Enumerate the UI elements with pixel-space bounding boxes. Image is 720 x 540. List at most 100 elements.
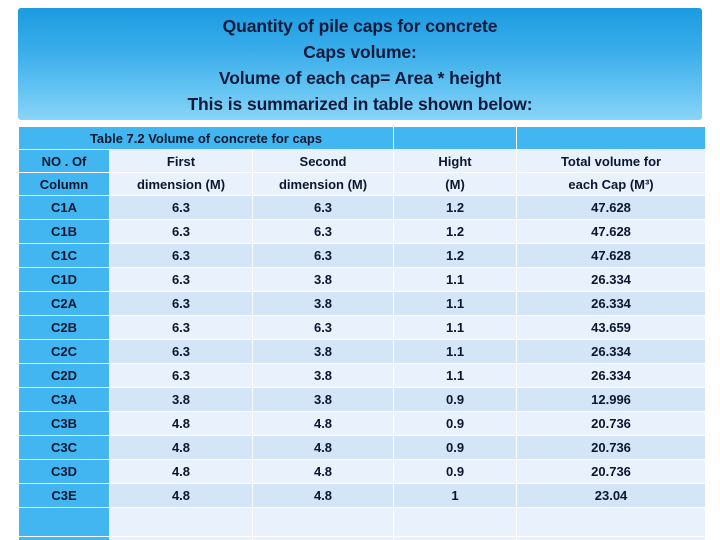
row-volume: 43.659 bbox=[517, 316, 706, 339]
row-height: 0.9 bbox=[394, 460, 517, 483]
row-height: 1.1 bbox=[394, 292, 517, 315]
row-label: C1C bbox=[19, 244, 109, 267]
row-volume: 47.628 bbox=[517, 244, 706, 267]
row-second: 3.8 bbox=[253, 268, 394, 291]
table-row: C3A 3.8 3.8 0.9 12.996 bbox=[19, 388, 706, 411]
header-col5-line1: Total volume for bbox=[517, 150, 706, 172]
row-second: 6.3 bbox=[253, 220, 394, 243]
row-height: 1.1 bbox=[394, 364, 517, 387]
table-row: C1C 6.3 6.3 1.2 47.628 bbox=[19, 244, 706, 267]
row-height: 1.2 bbox=[394, 244, 517, 267]
banner-line-3: Volume of each cap= Area * height bbox=[218, 68, 502, 88]
row-second: 4.8 bbox=[253, 484, 394, 507]
row-label: C1D bbox=[19, 268, 109, 291]
row-volume: 26.334 bbox=[517, 268, 706, 291]
row-label: C3C bbox=[19, 436, 109, 459]
table-row: C1A 6.3 6.3 1.2 47.628 bbox=[19, 196, 706, 219]
row-volume: 20.736 bbox=[517, 460, 706, 483]
row-second: 4.8 bbox=[253, 412, 394, 435]
row-volume: 20.736 bbox=[517, 412, 706, 435]
spacer-cell-2 bbox=[110, 508, 252, 536]
table-row: C2D 6.3 3.8 1.1 26.334 bbox=[19, 364, 706, 387]
table-row: C1D 6.3 3.8 1.1 26.334 bbox=[19, 268, 706, 291]
table-caption-row: Table 7.2 Volume of concrete for caps bbox=[19, 127, 706, 149]
row-label: C1A bbox=[19, 196, 109, 219]
table-row: C1B 6.3 6.3 1.2 47.628 bbox=[19, 220, 706, 243]
row-height: 1.1 bbox=[394, 268, 517, 291]
row-height: 0.9 bbox=[394, 388, 517, 411]
table-header-row-1: NO . Of First Second Hight Total volume … bbox=[19, 150, 706, 172]
table-row: C3D 4.8 4.8 0.9 20.736 bbox=[19, 460, 706, 483]
row-label: C2D bbox=[19, 364, 109, 387]
row-first: 6.3 bbox=[110, 268, 252, 291]
row-second: 3.8 bbox=[253, 340, 394, 363]
table-row: C2A 6.3 3.8 1.1 26.334 bbox=[19, 292, 706, 315]
row-first: 6.3 bbox=[110, 220, 252, 243]
header-col1-line1: NO . Of bbox=[19, 150, 109, 172]
title-banner: Quantity of pile caps for concrete Caps … bbox=[18, 8, 702, 120]
slide-canvas: Quantity of pile caps for concrete Caps … bbox=[0, 0, 720, 540]
row-label: C3E bbox=[19, 484, 109, 507]
row-second: 4.8 bbox=[253, 436, 394, 459]
row-height: 1.1 bbox=[394, 340, 517, 363]
row-label: C2B bbox=[19, 316, 109, 339]
row-height: 1.1 bbox=[394, 316, 517, 339]
table-spacer-row bbox=[19, 508, 706, 536]
row-height: 0.9 bbox=[394, 412, 517, 435]
volume-of-concrete-table: Table 7.2 Volume of concrete for caps NO… bbox=[18, 126, 707, 540]
row-second: 3.8 bbox=[253, 292, 394, 315]
row-first: 3.8 bbox=[110, 388, 252, 411]
row-volume: 26.334 bbox=[517, 340, 706, 363]
header-col5-line2: each Cap (M³) bbox=[517, 173, 706, 195]
row-first: 6.3 bbox=[110, 340, 252, 363]
header-col1-line2: Column bbox=[19, 173, 109, 195]
header-col2-line2: dimension (M) bbox=[110, 173, 252, 195]
row-label: C2A bbox=[19, 292, 109, 315]
row-first: 6.3 bbox=[110, 244, 252, 267]
table-row: C3E 4.8 4.8 1 23.04 bbox=[19, 484, 706, 507]
header-col4-line1: Hight bbox=[394, 150, 517, 172]
table-body: Table 7.2 Volume of concrete for caps NO… bbox=[19, 127, 706, 540]
header-col4-line2: (M) bbox=[394, 173, 517, 195]
row-first: 4.8 bbox=[110, 412, 252, 435]
row-label: C1B bbox=[19, 220, 109, 243]
row-height: 0.9 bbox=[394, 436, 517, 459]
row-height: 1 bbox=[394, 484, 517, 507]
row-second: 4.8 bbox=[253, 460, 394, 483]
table-row: C2C 6.3 3.8 1.1 26.334 bbox=[19, 340, 706, 363]
row-volume: 12.996 bbox=[517, 388, 706, 411]
header-col3-line1: Second bbox=[253, 150, 394, 172]
spacer-cell-5 bbox=[517, 508, 706, 536]
banner-line-4: This is summarized in table shown below: bbox=[187, 94, 533, 114]
spacer-label-cell bbox=[19, 508, 109, 536]
row-height: 1.2 bbox=[394, 220, 517, 243]
row-second: 3.8 bbox=[253, 364, 394, 387]
row-first: 6.3 bbox=[110, 196, 252, 219]
row-first: 4.8 bbox=[110, 460, 252, 483]
row-label: C3B bbox=[19, 412, 109, 435]
banner-line-1: Quantity of pile caps for concrete bbox=[222, 16, 498, 36]
table-container: Table 7.2 Volume of concrete for caps NO… bbox=[18, 126, 707, 540]
row-label: C2C bbox=[19, 340, 109, 363]
row-volume: 26.334 bbox=[517, 292, 706, 315]
row-second: 3.8 bbox=[253, 388, 394, 411]
table-row: C2B 6.3 6.3 1.1 43.659 bbox=[19, 316, 706, 339]
caption-filler-1 bbox=[394, 127, 517, 149]
table-header-row-2: Column dimension (M) dimension (M) (M) e… bbox=[19, 173, 706, 195]
spacer-cell-3 bbox=[253, 508, 394, 536]
banner-line-2: Caps volume: bbox=[303, 42, 417, 62]
row-second: 6.3 bbox=[253, 196, 394, 219]
row-first: 6.3 bbox=[110, 292, 252, 315]
row-volume: 20.736 bbox=[517, 436, 706, 459]
row-first: 6.3 bbox=[110, 364, 252, 387]
row-second: 6.3 bbox=[253, 244, 394, 267]
caption-filler-2 bbox=[517, 127, 706, 149]
row-volume: 23.04 bbox=[517, 484, 706, 507]
table-row: C3C 4.8 4.8 0.9 20.736 bbox=[19, 436, 706, 459]
row-volume: 26.334 bbox=[517, 364, 706, 387]
header-col2-line1: First bbox=[110, 150, 252, 172]
row-volume: 47.628 bbox=[517, 196, 706, 219]
spacer-cell-4 bbox=[394, 508, 517, 536]
table-caption: Table 7.2 Volume of concrete for caps bbox=[19, 127, 394, 149]
row-height: 1.2 bbox=[394, 196, 517, 219]
